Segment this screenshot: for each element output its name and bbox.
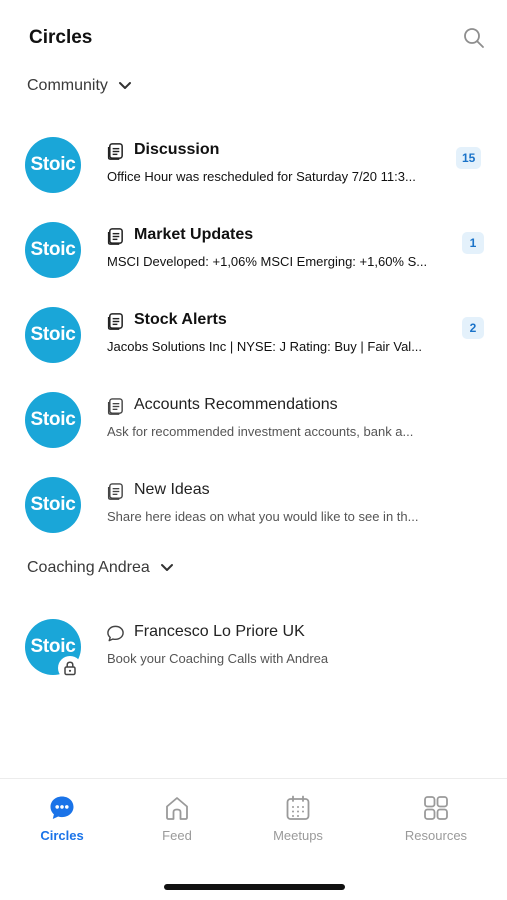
channel-preview: Share here ideas on what you would like … (107, 509, 419, 524)
search-button[interactable] (460, 24, 488, 52)
section-header-community[interactable]: Community (27, 72, 132, 100)
tab-meetups[interactable]: Meetups (248, 793, 348, 853)
channel-title: Accounts Recommendations (134, 396, 338, 413)
channel-row-accounts-recommendations[interactable]: Stoic Accounts Recommendations Ask for r… (0, 378, 507, 458)
section-label: Community (27, 77, 108, 94)
avatar: Stoic (25, 222, 81, 278)
unread-badge: 2 (462, 317, 484, 339)
article-icon (105, 226, 125, 246)
home-icon (162, 793, 192, 823)
tab-bar: Circles Feed Meetups Resources (0, 778, 507, 900)
article-icon (105, 396, 125, 416)
chevron-down-icon (118, 81, 132, 91)
lock-icon (58, 656, 82, 680)
calendar-icon (283, 793, 313, 823)
chat-bubble-dots-icon (47, 793, 77, 823)
channel-title: New Ideas (134, 481, 210, 498)
channel-title: Francesco Lo Priore UK (134, 623, 305, 640)
unread-badge: 15 (456, 147, 482, 169)
tab-feed[interactable]: Feed (127, 793, 227, 853)
chat-bubble-icon (105, 623, 125, 643)
channel-row-new-ideas[interactable]: Stoic New Ideas Share here ideas on what… (0, 463, 507, 543)
channel-preview: MSCI Developed: +1,06% MSCI Emerging: +1… (107, 254, 428, 269)
header: Circles (0, 0, 507, 70)
chevron-down-icon (160, 563, 174, 573)
section-label: Coaching Andrea (27, 559, 150, 576)
unread-badge: 1 (462, 232, 484, 254)
channel-row-stock-alerts[interactable]: Stoic Stock Alerts Jacobs Solutions Inc … (0, 293, 507, 373)
tab-label: Resources (404, 828, 468, 843)
avatar: Stoic (25, 477, 81, 533)
channel-preview: Office Hour was rescheduled for Saturday… (107, 169, 416, 184)
tab-label: Circles (40, 828, 84, 843)
section-header-coaching-andrea[interactable]: Coaching Andrea (27, 554, 174, 582)
avatar: Stoic (25, 137, 81, 193)
tab-label: Meetups (273, 828, 323, 843)
tab-label: Feed (162, 828, 192, 843)
search-icon (464, 28, 484, 48)
channel-preview: Ask for recommended investment accounts,… (107, 424, 414, 439)
article-icon (105, 141, 125, 161)
avatar: Stoic (25, 307, 81, 363)
channel-row-francesco-lo-priore-uk[interactable]: Stoic Francesco Lo Priore UK Book your C… (0, 605, 507, 685)
home-indicator[interactable] (164, 884, 345, 890)
channel-row-market-updates[interactable]: Stoic Market Updates MSCI Developed: +1,… (0, 208, 507, 288)
channel-preview: Book your Coaching Calls with Andrea (107, 651, 329, 666)
tab-resources[interactable]: Resources (386, 793, 486, 853)
tab-circles[interactable]: Circles (12, 793, 112, 853)
channel-row-discussion[interactable]: Stoic Discussion Office Hour was resched… (0, 123, 507, 203)
channel-title: Stock Alerts (134, 311, 227, 328)
channel-preview: Jacobs Solutions Inc | NYSE: J Rating: B… (107, 339, 423, 354)
article-icon (105, 311, 125, 331)
channel-title: Discussion (134, 141, 220, 158)
article-icon (105, 481, 125, 501)
page-title: Circles (29, 27, 93, 48)
avatar: Stoic (25, 392, 81, 448)
channel-title: Market Updates (134, 226, 254, 243)
grid-icon (421, 793, 451, 823)
